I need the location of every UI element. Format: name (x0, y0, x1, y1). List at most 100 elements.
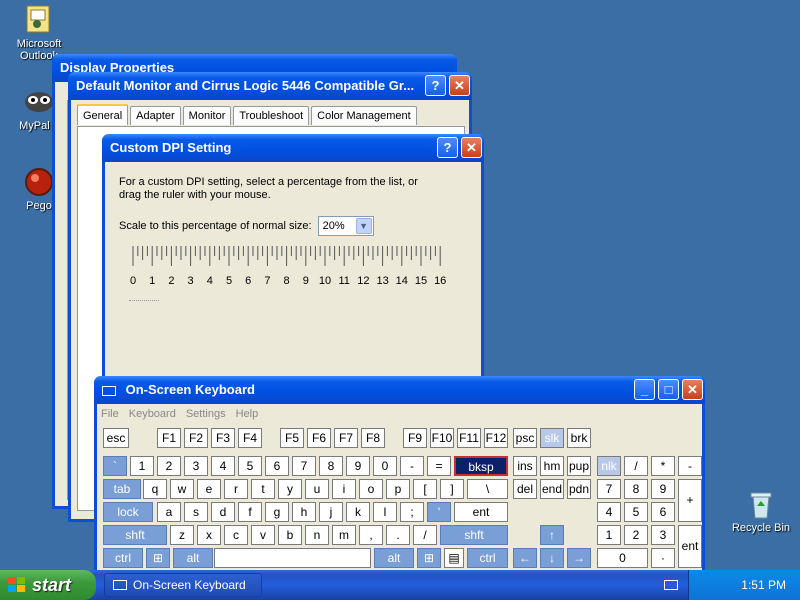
key-'[interactable]: ' (427, 502, 451, 522)
key-pup[interactable]: pup (567, 456, 591, 476)
key-⊞[interactable]: ⊞ (146, 548, 170, 568)
key-tab[interactable]: tab (103, 479, 141, 499)
key-3[interactable]: 3 (651, 525, 675, 545)
key-ins[interactable]: ins (513, 456, 537, 476)
key-0[interactable]: 0 (373, 456, 397, 476)
custom-dpi-titlebar[interactable]: Custom DPI Setting ? ✕ (102, 134, 484, 162)
key-d[interactable]: d (211, 502, 235, 522)
key-p[interactable]: p (386, 479, 410, 499)
key-ctrl[interactable]: ctrl (103, 548, 143, 568)
key-\[interactable]: \ (467, 479, 508, 499)
tab-general[interactable]: General (77, 104, 129, 125)
key-F12[interactable]: F12 (484, 428, 508, 448)
key-←[interactable]: ← (513, 548, 537, 568)
key-hm[interactable]: hm (540, 456, 564, 476)
close-button[interactable]: ✕ (461, 137, 482, 158)
key-x[interactable]: x (197, 525, 221, 545)
dpi-ruler[interactable]: 0 1 2 3 4 5 6 7 8 9 10 11 12 13 14 15 16 (129, 244, 449, 296)
desktop-icon-recycle-bin[interactable]: Recycle Bin (722, 488, 800, 534)
key-F8[interactable]: F8 (361, 428, 385, 448)
key-h[interactable]: h (292, 502, 316, 522)
key-3[interactable]: 3 (184, 456, 208, 476)
key-▤[interactable]: ▤ (444, 548, 464, 568)
key--[interactable]: - (400, 456, 424, 476)
close-button[interactable]: ✕ (682, 379, 703, 400)
key-F11[interactable]: F11 (457, 428, 481, 448)
key-F2[interactable]: F2 (184, 428, 208, 448)
key-n[interactable]: n (305, 525, 329, 545)
tab-troubleshoot[interactable]: Troubleshoot (233, 106, 310, 125)
key-→[interactable]: → (567, 548, 591, 568)
maximize-button[interactable]: □ (658, 379, 679, 400)
key-/[interactable]: / (624, 456, 648, 476)
keyboard-titlebar[interactable]: On-Screen Keyboard _ □ ✕ (94, 376, 705, 404)
menu-settings[interactable]: Settings (186, 408, 226, 420)
key-pdn[interactable]: pdn (567, 479, 591, 499)
key-↑[interactable]: ↑ (540, 525, 564, 545)
key-ent[interactable]: ent (454, 502, 508, 522)
key-o[interactable]: o (359, 479, 383, 499)
menu-help[interactable]: Help (236, 408, 259, 420)
dpi-scale-select[interactable]: 20% ▼ (317, 216, 374, 236)
key-numpad-plus[interactable]: + (678, 479, 702, 522)
key-lock[interactable]: lock (103, 502, 153, 522)
key-2[interactable]: 2 (624, 525, 648, 545)
minimize-button[interactable]: _ (634, 379, 655, 400)
help-button[interactable]: ? (437, 137, 458, 158)
key-k[interactable]: k (346, 502, 370, 522)
key-i[interactable]: i (332, 479, 356, 499)
key-,[interactable]: , (359, 525, 383, 545)
key-0[interactable]: 0 (597, 548, 648, 568)
tab-color-management[interactable]: Color Management (311, 106, 417, 125)
key-4[interactable]: 4 (211, 456, 235, 476)
key-·[interactable]: · (651, 548, 675, 568)
key-j[interactable]: j (319, 502, 343, 522)
key-m[interactable]: m (332, 525, 356, 545)
key-↓[interactable]: ↓ (540, 548, 564, 568)
key-del[interactable]: del (513, 479, 537, 499)
key-8[interactable]: 8 (624, 479, 648, 499)
key-8[interactable]: 8 (319, 456, 343, 476)
key-`[interactable]: ` (103, 456, 127, 476)
key-numpad-enter[interactable]: ent (678, 525, 702, 568)
start-button[interactable]: start (0, 570, 96, 600)
clock[interactable]: 1:51 PM (741, 578, 786, 592)
key-F9[interactable]: F9 (403, 428, 427, 448)
key-2[interactable]: 2 (157, 456, 181, 476)
key-z[interactable]: z (170, 525, 194, 545)
key-c[interactable]: c (224, 525, 248, 545)
key-F7[interactable]: F7 (334, 428, 358, 448)
key-t[interactable]: t (251, 479, 275, 499)
key-ctrl[interactable]: ctrl (467, 548, 508, 568)
key-r[interactable]: r (224, 479, 248, 499)
monitor-properties-titlebar[interactable]: Default Monitor and Cirrus Logic 5446 Co… (68, 72, 472, 100)
key-5[interactable]: 5 (238, 456, 262, 476)
key-F5[interactable]: F5 (280, 428, 304, 448)
tab-monitor[interactable]: Monitor (182, 106, 232, 125)
key-F10[interactable]: F10 (430, 428, 454, 448)
key-f[interactable]: f (238, 502, 262, 522)
key-;[interactable]: ; (400, 502, 424, 522)
key--[interactable]: - (678, 456, 702, 476)
key-9[interactable]: 9 (346, 456, 370, 476)
key-w[interactable]: w (170, 479, 194, 499)
key-=[interactable]: = (427, 456, 451, 476)
menu-file[interactable]: File (101, 408, 119, 420)
close-button[interactable]: ✕ (449, 75, 470, 96)
key-u[interactable]: u (305, 479, 329, 499)
key-1[interactable]: 1 (130, 456, 154, 476)
key-alt[interactable]: alt (374, 548, 414, 568)
key-[[interactable]: [ (413, 479, 437, 499)
help-button[interactable]: ? (425, 75, 446, 96)
key-a[interactable]: a (157, 502, 181, 522)
key-.[interactable]: . (386, 525, 410, 545)
key-y[interactable]: y (278, 479, 302, 499)
key-brk[interactable]: brk (567, 428, 591, 448)
key-9[interactable]: 9 (651, 479, 675, 499)
key-e[interactable]: e (197, 479, 221, 499)
key-v[interactable]: v (251, 525, 275, 545)
key-space[interactable] (214, 548, 371, 568)
key-psc[interactable]: psc (513, 428, 537, 448)
key-end[interactable]: end (540, 479, 564, 499)
key-4[interactable]: 4 (597, 502, 621, 522)
